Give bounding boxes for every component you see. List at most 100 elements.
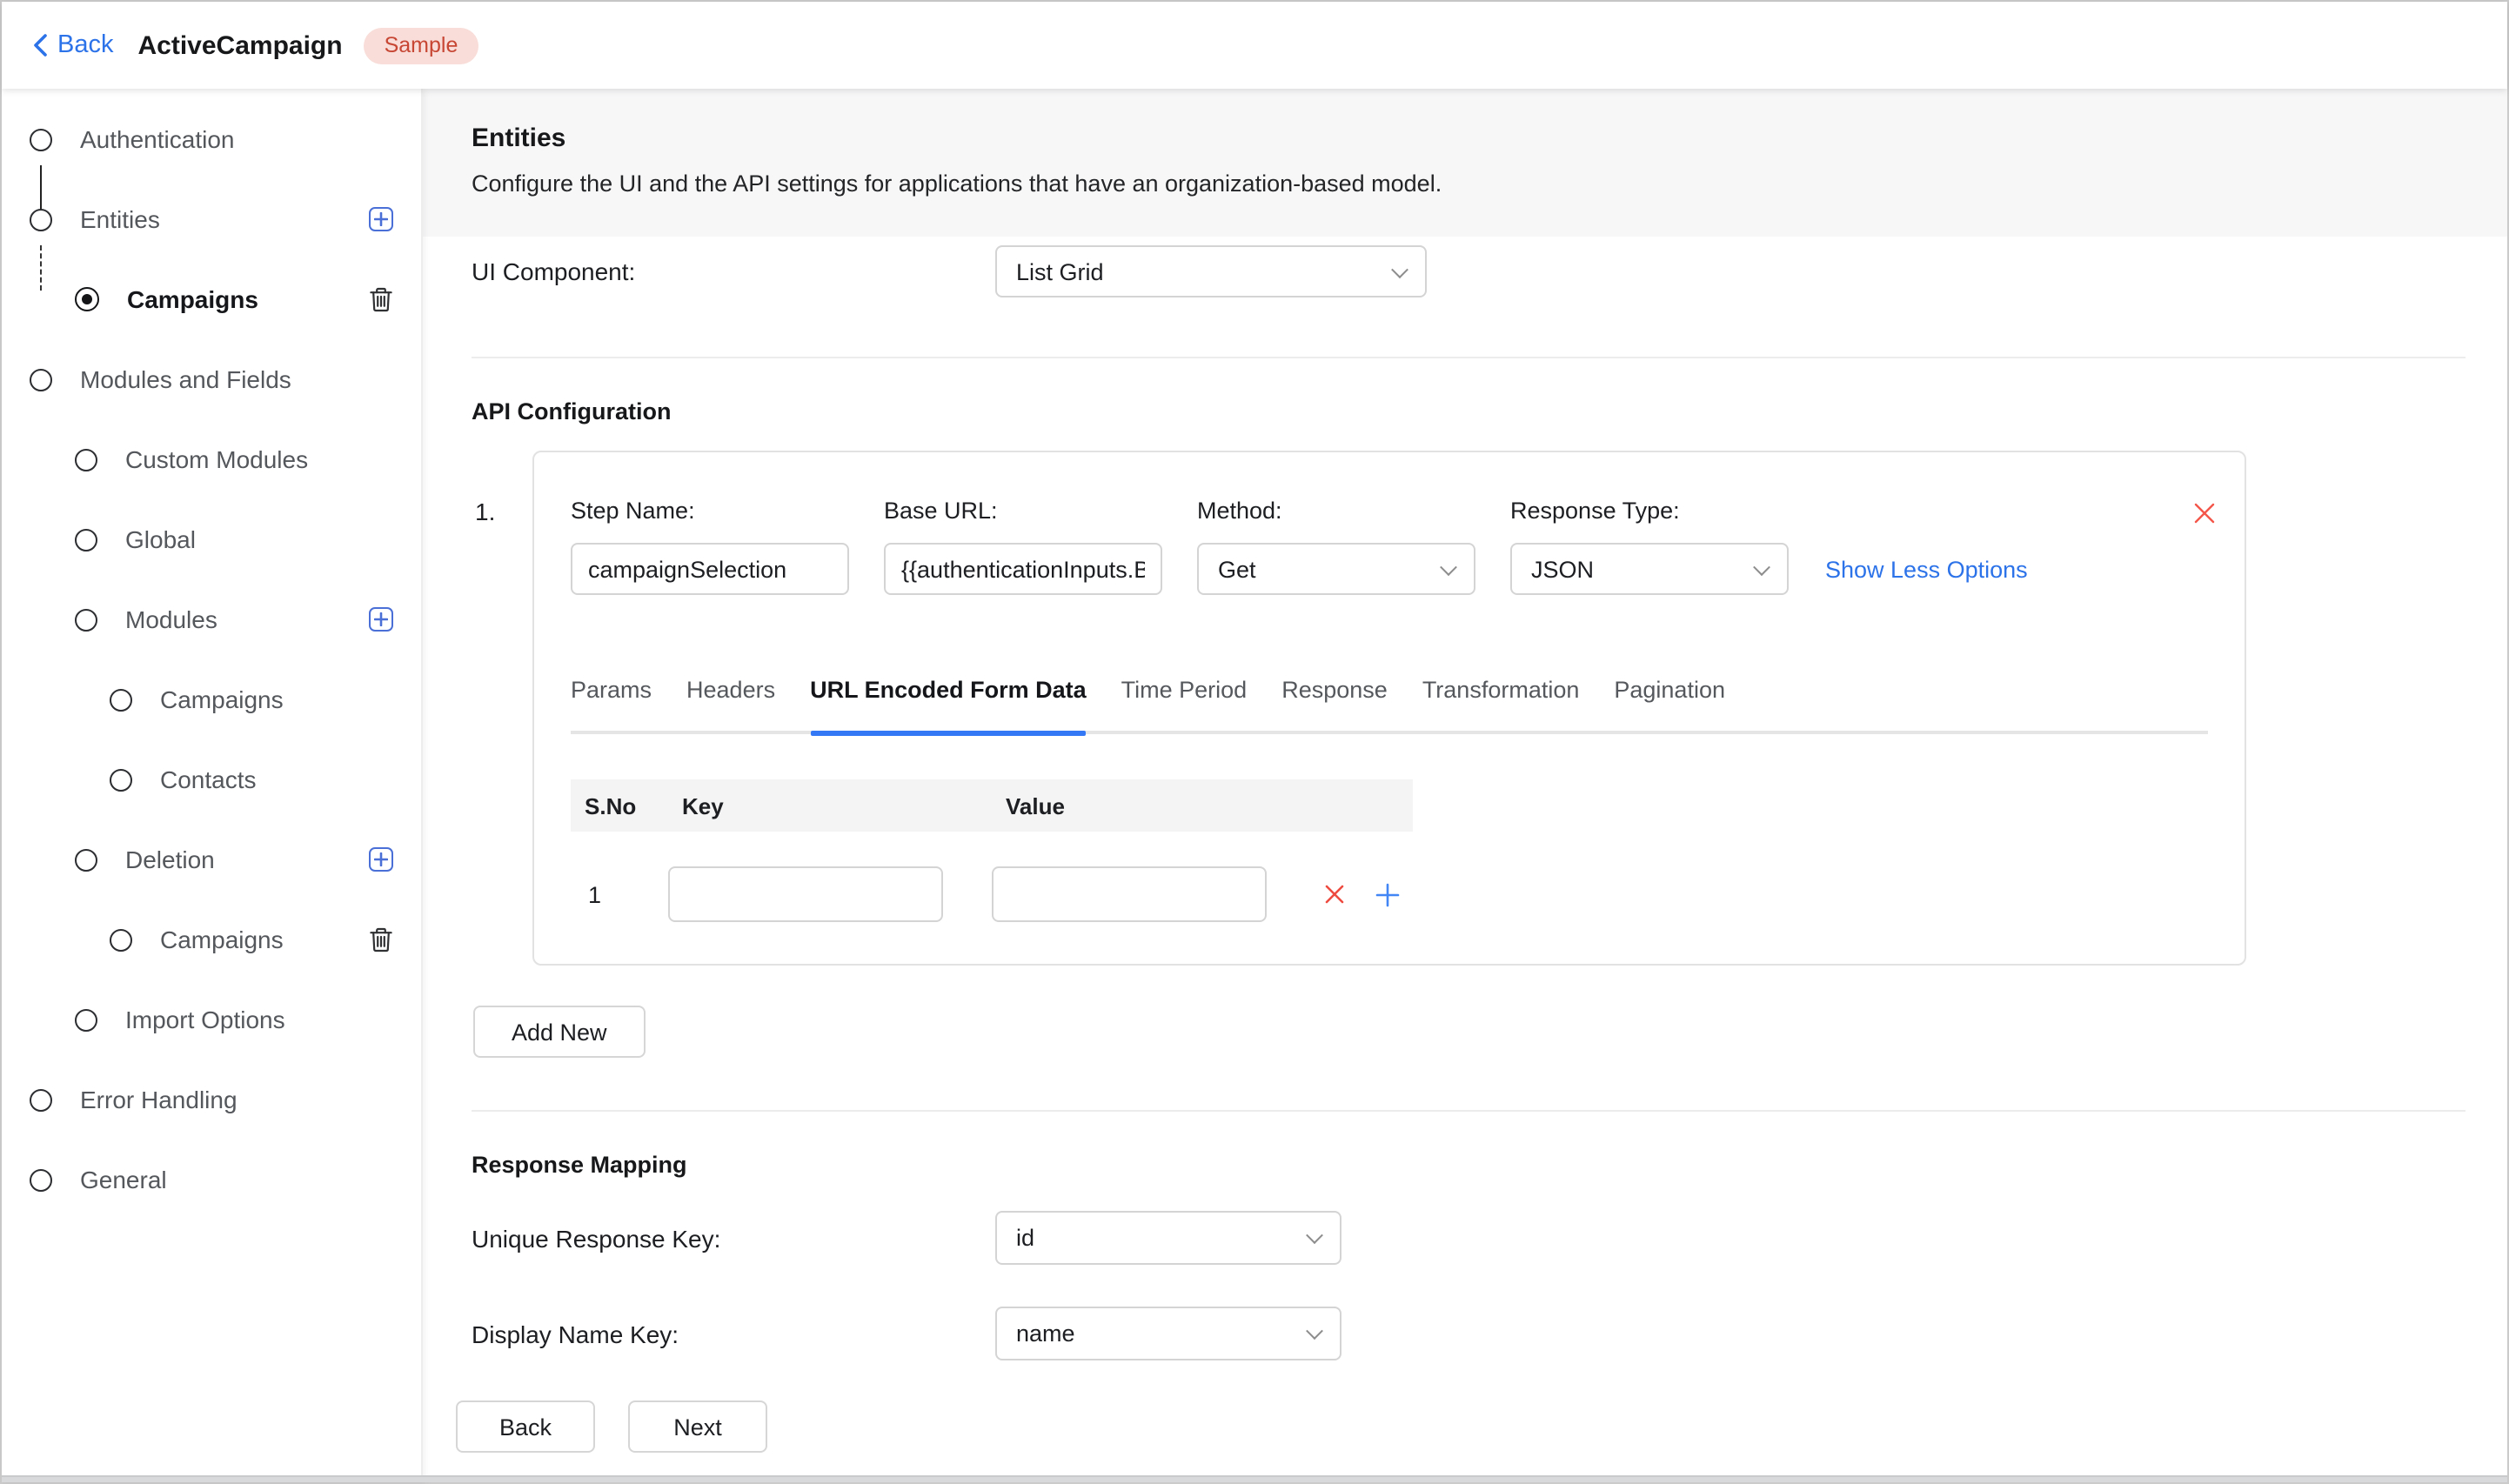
- sidebar-item-modules-and-fields[interactable]: Modules and Fields: [2, 339, 421, 419]
- plus-glyph: [374, 212, 388, 226]
- sidebar-item-label: Campaigns: [160, 926, 284, 953]
- delete-button[interactable]: [369, 286, 393, 312]
- sidebar-item-label: Entities: [80, 205, 160, 233]
- trash-icon-glyph: [369, 286, 393, 312]
- sidebar: Authentication Entities Campaigns Modules a…: [2, 89, 423, 1482]
- sidebar-item-campaigns[interactable]: Campaigns: [2, 259, 421, 339]
- circle-icon: [30, 128, 52, 150]
- sidebar-item-label: Modules: [125, 605, 217, 633]
- base-url-field: Base URL:: [884, 498, 1162, 595]
- main-panel: Entities Configure the UI and the API se…: [423, 89, 2507, 1482]
- plus-box-icon: [369, 207, 393, 231]
- add-row-button[interactable]: [1375, 881, 1401, 907]
- back-link-label: Back: [57, 31, 114, 59]
- bottom-scrollbar[interactable]: [2, 1474, 2507, 1482]
- circle-icon: [30, 1088, 52, 1111]
- response-type-label: Response Type:: [1510, 498, 1789, 524]
- method-value: Get: [1218, 556, 1256, 582]
- unique-response-key-select[interactable]: id: [995, 1211, 1341, 1265]
- response-type-select[interactable]: JSON: [1510, 543, 1789, 595]
- row-actions: [1322, 881, 1401, 907]
- circle-icon: [75, 528, 97, 551]
- step-name-label: Step Name:: [571, 498, 849, 524]
- header-sno: S.No: [571, 792, 668, 819]
- row-sno: 1: [571, 881, 668, 907]
- key-input[interactable]: [668, 866, 943, 922]
- next-button[interactable]: Next: [628, 1400, 767, 1453]
- sidebar-item-label: Global: [125, 525, 196, 553]
- circle-icon: [75, 448, 97, 471]
- sidebar-nav: Authentication Entities Campaigns Modules a…: [2, 99, 421, 1220]
- delete-button[interactable]: [369, 926, 393, 953]
- close-icon: [2192, 501, 2217, 525]
- sidebar-item-global[interactable]: Global: [2, 499, 421, 579]
- chevron-down-icon: [1440, 558, 1457, 575]
- sidebar-item-import-options[interactable]: Import Options: [2, 979, 421, 1060]
- tab-time-period[interactable]: Time Period: [1121, 677, 1248, 731]
- base-url-input[interactable]: [884, 543, 1162, 595]
- api-step-card: 1. Step Name: Base URL: Method:: [532, 451, 2246, 966]
- sidebar-item-modules[interactable]: Modules: [2, 579, 421, 659]
- sidebar-item-label: General: [80, 1166, 167, 1193]
- header-key: Key: [668, 792, 992, 819]
- back-link[interactable]: Back: [33, 31, 114, 59]
- back-button[interactable]: Back: [456, 1400, 595, 1453]
- app-window: Back ActiveCampaign Sample Authenticatio…: [0, 0, 2509, 1484]
- sidebar-item-label: Import Options: [125, 1006, 285, 1033]
- ui-component-value: List Grid: [1016, 258, 1104, 284]
- sidebar-item-contacts[interactable]: Contacts: [2, 739, 421, 819]
- step-fields: Step Name: Base URL: Method: Get: [571, 498, 2208, 595]
- add-button[interactable]: [369, 607, 393, 632]
- sidebar-item-campaigns[interactable]: Campaigns: [2, 899, 421, 979]
- base-url-label: Base URL:: [884, 498, 1162, 524]
- response-type-field: Response Type: JSON: [1510, 498, 1789, 595]
- api-config-tabs: Params Headers URL Encoded Form Data Time P…: [571, 677, 2208, 734]
- remove-row-button[interactable]: [1322, 882, 1347, 906]
- method-label: Method:: [1197, 498, 1475, 524]
- show-less-options-link[interactable]: Show Less Options: [1825, 557, 2028, 583]
- step-number: 1.: [475, 498, 495, 525]
- ui-component-label: UI Component:: [472, 257, 995, 285]
- circle-icon: [110, 688, 132, 711]
- sidebar-item-label: Contacts: [160, 765, 257, 793]
- sidebar-item-label: Authentication: [80, 125, 234, 153]
- sidebar-item-label: Modules and Fields: [80, 365, 291, 393]
- divider: [472, 357, 2466, 358]
- sidebar-item-authentication[interactable]: Authentication: [2, 99, 421, 179]
- method-field: Method: Get: [1197, 498, 1475, 595]
- tab-pagination[interactable]: Pagination: [1614, 677, 1725, 731]
- tab-url-encoded-form-data[interactable]: URL Encoded Form Data: [810, 677, 1087, 731]
- radio-dot: [82, 294, 92, 304]
- method-select[interactable]: Get: [1197, 543, 1475, 595]
- unique-response-key-row: Unique Response Key: id: [423, 1211, 2507, 1265]
- sidebar-item-campaigns[interactable]: Campaigns: [2, 659, 421, 739]
- tab-response[interactable]: Response: [1281, 677, 1388, 731]
- add-new-button[interactable]: Add New: [473, 1006, 646, 1058]
- sidebar-item-custom-modules[interactable]: Custom Modules: [2, 419, 421, 499]
- ui-component-select[interactable]: List Grid: [995, 245, 1427, 297]
- add-button[interactable]: [369, 847, 393, 872]
- unique-response-key-value: id: [1016, 1225, 1034, 1251]
- step-name-field: Step Name:: [571, 498, 849, 595]
- wizard-footer: Back Next: [456, 1400, 2507, 1453]
- display-name-key-select[interactable]: name: [995, 1307, 1341, 1360]
- sidebar-item-label: Campaigns: [160, 685, 284, 713]
- tab-headers[interactable]: Headers: [686, 677, 775, 731]
- add-button[interactable]: [369, 207, 393, 231]
- sidebar-item-general[interactable]: General: [2, 1140, 421, 1220]
- sidebar-item-deletion[interactable]: Deletion: [2, 819, 421, 899]
- plus-box-icon: [369, 607, 393, 632]
- plus-glyph: [374, 852, 388, 866]
- api-configuration-heading: API Configuration: [472, 398, 2507, 424]
- sidebar-item-label: Custom Modules: [125, 445, 308, 473]
- divider: [472, 1110, 2466, 1112]
- remove-step-button[interactable]: [2192, 501, 2217, 525]
- tab-params[interactable]: Params: [571, 677, 652, 731]
- table-body: 1: [571, 866, 1413, 922]
- step-name-input[interactable]: [571, 543, 849, 595]
- tab-transformation[interactable]: Transformation: [1422, 677, 1580, 731]
- radio-selected-icon: [75, 287, 99, 311]
- sidebar-item-entities[interactable]: Entities: [2, 179, 421, 259]
- sidebar-item-error-handling[interactable]: Error Handling: [2, 1060, 421, 1140]
- value-input[interactable]: [992, 866, 1267, 922]
